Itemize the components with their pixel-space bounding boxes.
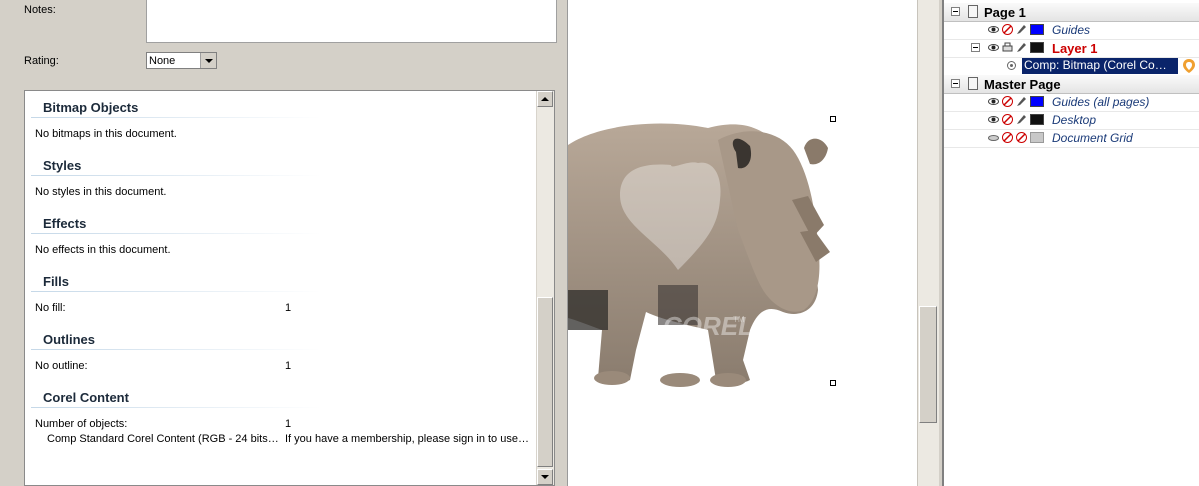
section-divider — [31, 407, 321, 408]
pencil-icon[interactable] — [1016, 42, 1027, 53]
tree-layer-document-grid[interactable]: Document Grid — [944, 129, 1199, 148]
properties-panel: Notes: Rating: None Bitmap Objects No bi… — [14, 0, 567, 486]
pencil-icon[interactable] — [1016, 96, 1027, 107]
tree-object-bitmap[interactable]: Comp: Bitmap (Corel Co… — [944, 57, 1199, 75]
chevron-down-icon — [541, 475, 549, 479]
outlines-row-value: 1 — [285, 360, 292, 372]
rating-label: Rating: — [24, 55, 59, 67]
layer-color-swatch[interactable] — [1030, 42, 1044, 53]
styles-row: No styles in this document. — [35, 186, 167, 198]
collapse-icon[interactable] — [971, 43, 980, 52]
guides-all-label: Guides (all pages) — [1052, 95, 1150, 109]
tree-layer-desktop[interactable]: Desktop — [944, 111, 1199, 130]
tree-layer-guides-all[interactable]: Guides (all pages) — [944, 93, 1199, 112]
rating-value: None — [149, 55, 176, 67]
section-title-fills: Fills — [43, 274, 70, 289]
effects-row: No effects in this document. — [35, 244, 171, 256]
section-divider — [31, 349, 321, 350]
eye-icon[interactable] — [988, 24, 999, 35]
scroll-down-button[interactable] — [537, 469, 553, 485]
canvas-scrollbar[interactable] — [917, 0, 939, 486]
layer-color-swatch[interactable] — [1030, 96, 1044, 107]
document-grid-label: Document Grid — [1052, 131, 1133, 145]
layer-color-swatch[interactable] — [1030, 24, 1044, 35]
rating-dropdown[interactable]: None — [146, 52, 217, 69]
layer-1-label: Layer 1 — [1052, 41, 1098, 56]
content-item-value: If you have a membership, please sign in… — [285, 433, 529, 445]
rhino-bitmap[interactable]: COREL TM — [568, 0, 918, 486]
eye-closed-icon[interactable] — [988, 132, 999, 143]
lock-disabled-icon[interactable] — [1016, 132, 1027, 143]
rating-dropdown-button[interactable] — [200, 53, 216, 68]
desktop-label: Desktop — [1052, 113, 1097, 127]
content-item-label: Comp Standard Corel Content (RGB - 24 bi… — [47, 433, 279, 445]
tree-page-1[interactable]: Page 1 — [944, 3, 1199, 22]
section-divider — [31, 233, 321, 234]
master-page-label: Master Page — [984, 77, 1061, 92]
selection-handle[interactable] — [830, 116, 836, 122]
section-title-outlines: Outlines — [43, 332, 96, 347]
bitmaps-row: No bitmaps in this document. — [35, 128, 177, 140]
printer-disabled-icon[interactable] — [1002, 24, 1013, 35]
printer-disabled-icon[interactable] — [1002, 96, 1013, 107]
printer-icon[interactable] — [1002, 42, 1013, 53]
collapse-icon[interactable] — [951, 79, 960, 88]
tree-master-page[interactable]: Master Page — [944, 75, 1199, 94]
section-divider — [31, 117, 321, 118]
outlines-row-label: No outline: — [35, 360, 88, 372]
watermark-trademark: TM — [733, 315, 745, 324]
scroll-up-button[interactable] — [537, 91, 553, 107]
drawing-canvas[interactable]: COREL TM — [567, 0, 918, 486]
fills-row-value: 1 — [285, 302, 292, 314]
document-summary: Bitmap Objects No bitmaps in this docume… — [24, 90, 555, 486]
notes-field[interactable] — [146, 0, 557, 43]
eye-icon[interactable] — [988, 114, 999, 125]
layer-color-swatch[interactable] — [1030, 132, 1044, 143]
panel-edge — [0, 0, 15, 486]
chevron-up-icon — [541, 97, 549, 101]
section-title-corel-content: Corel Content — [43, 390, 129, 405]
printer-disabled-icon[interactable] — [1002, 114, 1013, 125]
chevron-down-icon — [204, 58, 213, 63]
bitmap-object-label: Comp: Bitmap (Corel Co… — [1022, 58, 1178, 74]
printer-disabled-icon[interactable] — [1002, 132, 1013, 143]
section-divider — [31, 175, 321, 176]
eye-icon[interactable] — [988, 42, 999, 53]
tree-layer-1[interactable]: Layer 1 — [944, 39, 1199, 58]
pencil-icon[interactable] — [1016, 114, 1027, 125]
scroll-thumb[interactable] — [537, 297, 553, 467]
page-1-label: Page 1 — [984, 5, 1026, 20]
section-divider — [31, 291, 321, 292]
fills-row-label: No fill: — [35, 302, 66, 314]
guides-label: Guides — [1052, 23, 1091, 37]
object-manager: Page 1 Guides Layer 1 Comp: Bitmap (Core… — [942, 0, 1199, 486]
page-icon — [968, 77, 978, 90]
collapse-icon[interactable] — [951, 7, 960, 16]
bitmap-object-icon — [1007, 61, 1016, 70]
canvas-scroll-thumb[interactable] — [919, 306, 937, 423]
layer-color-swatch[interactable] — [1030, 114, 1044, 125]
objects-count-label: Number of objects: — [35, 418, 128, 430]
tree-layer-guides[interactable]: Guides — [944, 21, 1199, 40]
summary-scrollbar[interactable] — [536, 91, 554, 485]
pencil-icon[interactable] — [1016, 24, 1027, 35]
objects-count-value: 1 — [285, 418, 292, 430]
page-icon — [968, 5, 978, 18]
notes-label: Notes: — [24, 4, 56, 16]
eye-icon[interactable] — [988, 96, 999, 107]
section-title-bitmaps: Bitmap Objects — [43, 100, 139, 115]
selection-handle[interactable] — [830, 380, 836, 386]
corel-content-icon[interactable] — [1182, 58, 1196, 74]
section-title-effects: Effects — [43, 216, 87, 231]
section-title-styles: Styles — [43, 158, 82, 173]
